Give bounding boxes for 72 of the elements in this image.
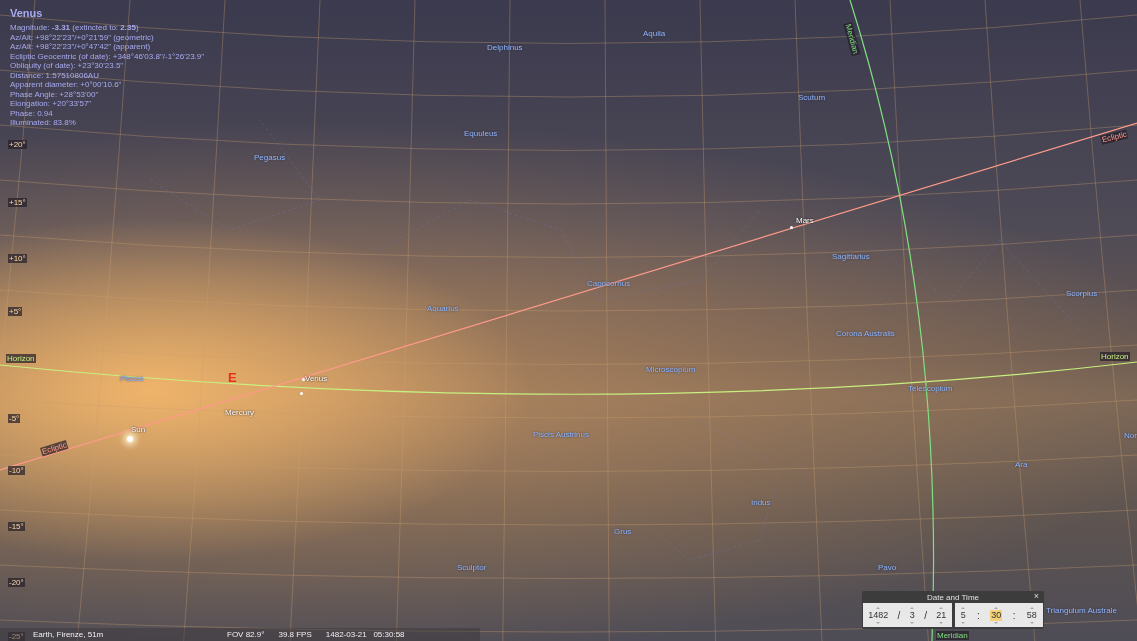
planet-icon[interactable] (300, 392, 303, 395)
object-info-line: Distance: 1.57510806AU (10, 70, 100, 80)
constellation-label: Pegasus (254, 153, 286, 162)
datetime-text[interactable]: 1482-03-21 05:30:58 (325, 630, 405, 639)
object-info-line: Phase Angle: +28°53'00" (10, 89, 100, 99)
object-info-line: Magnitude: -3.31 (extincted to: 2.35) (10, 23, 140, 33)
cardinal-point: E (228, 370, 237, 385)
object-info-line: Phase: 0.94 (10, 108, 54, 118)
constellation-label: Microscopium (646, 365, 696, 374)
object-info-line: Illuminated: 83.8% (10, 118, 77, 128)
sky-map-drawing[interactable] (0, 0, 1137, 641)
constellation-label: Sculptor (457, 563, 487, 572)
constellation-label: Aquarius (427, 304, 459, 313)
constellation-label: Nor (1124, 431, 1137, 440)
separator-text: / (897, 609, 901, 621)
altitude-label: -10° (8, 466, 25, 475)
close-button[interactable]: × (1032, 591, 1040, 602)
constellation-label: Aquila (643, 29, 666, 38)
constellation-label: Sagittarius (832, 252, 870, 261)
constellation-label: Pisces (120, 374, 144, 383)
spin-field[interactable]: 58 (1025, 609, 1038, 621)
sun-icon[interactable] (127, 436, 133, 442)
meridian-label: Meridian (936, 631, 969, 640)
spin-down-icon[interactable] (994, 621, 999, 624)
planet-label: Mercury (225, 408, 254, 417)
constellation-label: Delphinus (487, 43, 523, 52)
object-name: Venus (10, 6, 44, 20)
altitude-label: +10° (8, 254, 27, 263)
constellation-label: Equuleus (464, 129, 498, 138)
object-info-line: Az/Alt: +98°22'23"/+0°47'42" (apparent) (10, 42, 152, 52)
dialog-title: Date and Time (927, 592, 979, 602)
constellation-label: Piscis Austrinus (533, 430, 590, 439)
altitude-label: -15° (8, 522, 25, 531)
altitude-label: +20° (8, 140, 27, 149)
planet-label: Venus (305, 374, 328, 383)
constellation-label: Indus (751, 498, 771, 507)
separator-text: / (924, 609, 927, 621)
altitude-label: +15° (8, 198, 27, 207)
horizon-label: Horizon (6, 354, 36, 363)
spin-field[interactable]: 5 (959, 609, 967, 621)
horizon-label: Horizon (1100, 352, 1130, 361)
object-info-line: Elongation: +20°33'57" (10, 99, 93, 109)
altitude-label: -20° (8, 578, 25, 587)
planet-icon[interactable] (302, 378, 305, 381)
constellation-label: Scutum (798, 93, 826, 102)
constellation-label: Corona Australis (836, 329, 895, 338)
planet-label: Mars (796, 216, 814, 225)
constellation-label: Grus (614, 527, 632, 536)
altitude-label: -25° (8, 632, 25, 641)
spin-field[interactable]: 1482 (867, 609, 890, 621)
spin-field[interactable]: 3 (908, 609, 916, 621)
spin-up-icon[interactable] (994, 606, 999, 609)
altitude-label: +5° (8, 307, 23, 316)
altitude-label: -5° (8, 414, 21, 423)
separator-text: : (977, 609, 980, 621)
object-info-line: Apparent diameter: +0°00'10.6" (10, 80, 123, 90)
object-info-line: Ecliptic Geocentric (of date): +348°46'03.8"/-1°26'23.9" (10, 51, 205, 61)
fps-text: 39.8 FPS (278, 630, 312, 639)
object-info-line: Az/Alt: +98°22'23"/+0°21'59" (geometric) (10, 32, 155, 42)
planet-label: Sun (131, 425, 146, 434)
constellation-label: Telescopium (908, 384, 953, 393)
constellation-label: Ara (1015, 460, 1028, 469)
constellation-label: Pavo (878, 563, 897, 572)
fov-text: FOV 82.9° (227, 630, 265, 639)
location-text[interactable]: Earth, Firenze, 51m (33, 630, 213, 639)
spin-field[interactable]: 30 (990, 609, 1003, 621)
separator-text: : (1012, 609, 1016, 621)
constellation-label: Triangulum Australe (1046, 606, 1117, 615)
constellation-label: Scorpius (1066, 289, 1098, 298)
planet-icon[interactable] (790, 226, 793, 229)
object-info-line: Obliquity (of date): +23°30'23.5" (10, 61, 125, 71)
spin-field[interactable]: 21 (935, 609, 948, 621)
